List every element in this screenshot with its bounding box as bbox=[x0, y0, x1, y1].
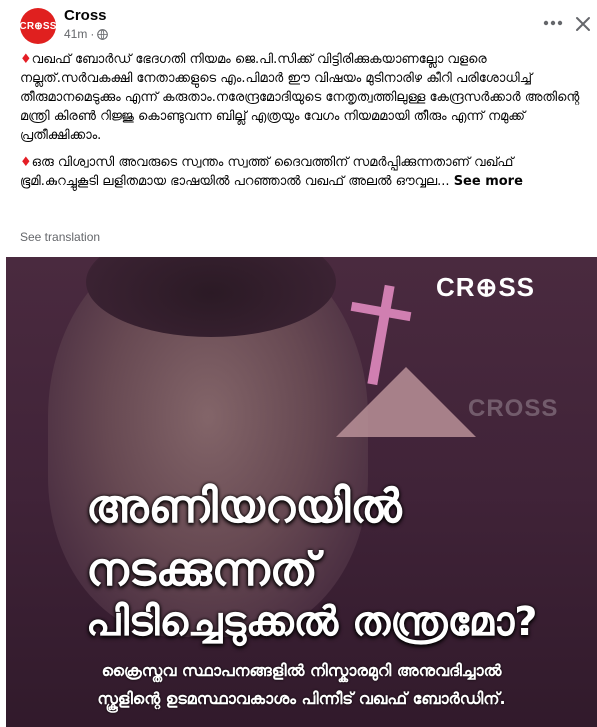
see-translation-link[interactable]: See translation bbox=[20, 230, 100, 244]
paragraph-1-text: വഖഫ് ബോർഡ് ഭേദഗതി നിയമം ജെ.പി.സിക്ക് വിട… bbox=[20, 52, 584, 143]
globe-icon[interactable] bbox=[97, 28, 109, 40]
headline-line-2: നടക്കുന്നത് bbox=[86, 542, 318, 596]
red-diamond-icon: ♦ bbox=[20, 52, 32, 67]
red-diamond-icon: ♦ bbox=[20, 155, 32, 170]
hill-shape bbox=[336, 367, 476, 437]
headline-line-3: പിടിച്ചെടുക്കൽ തന്ത്രമോ? bbox=[86, 599, 538, 645]
subline-1: ക്രൈസ്തവ സ്ഥാപനങ്ങളിൽ നിസ്കാരമുറി അനുവദി… bbox=[101, 661, 502, 680]
author-name[interactable]: Cross bbox=[64, 7, 107, 24]
post-time[interactable]: 41m bbox=[64, 27, 87, 41]
paragraph-2-text: ഒരു വിശ്വാസി അവരുടെ സ്വന്തം സ്വത്ത് ദൈവത… bbox=[20, 155, 518, 189]
headline-line-1: അണിയറയിൽ bbox=[86, 479, 402, 533]
subline-2: സ്കൂളിന്റെ ഉടമസ്ഥാവകാശം പിന്നീട് വഖഫ് ബോ… bbox=[97, 689, 506, 708]
close-button[interactable] bbox=[571, 12, 595, 36]
cross-logo: CR⊕SS bbox=[436, 272, 536, 302]
meta-separator: · bbox=[90, 27, 95, 41]
close-icon bbox=[576, 17, 590, 31]
post-image[interactable]: CR⊕SS CROSS അണിയറയിൽ നടക്കുന്നത് പിടിച്ച… bbox=[6, 257, 597, 727]
more-horizontal-icon bbox=[543, 20, 563, 26]
cross-watermark: CROSS bbox=[468, 395, 559, 422]
post-paragraph-2: ♦ഒരു വിശ്വാസി അവരുടെ സ്വന്തം സ്വത്ത് ദൈവ… bbox=[20, 153, 580, 191]
post-header: CR⊕SS Cross 41m · bbox=[0, 0, 597, 48]
facebook-post: CR⊕SS Cross 41m · ♦വഖഫ് ബോർഡ് ഭേദഗതി നിയ… bbox=[0, 0, 597, 727]
avatar[interactable]: CR⊕SS bbox=[19, 8, 56, 44]
post-meta: 41m · bbox=[64, 27, 109, 41]
post-text: ♦വഖഫ് ബോർഡ് ഭേദഗതി നിയമം ജെ.പി.സിക്ക് വി… bbox=[20, 50, 580, 199]
more-options-button[interactable] bbox=[540, 12, 566, 34]
post-paragraph-1: ♦വഖഫ് ബോർഡ് ഭേദഗതി നിയമം ജെ.പി.സിക്ക് വി… bbox=[20, 50, 580, 145]
see-more-link[interactable]: See more bbox=[454, 174, 523, 189]
